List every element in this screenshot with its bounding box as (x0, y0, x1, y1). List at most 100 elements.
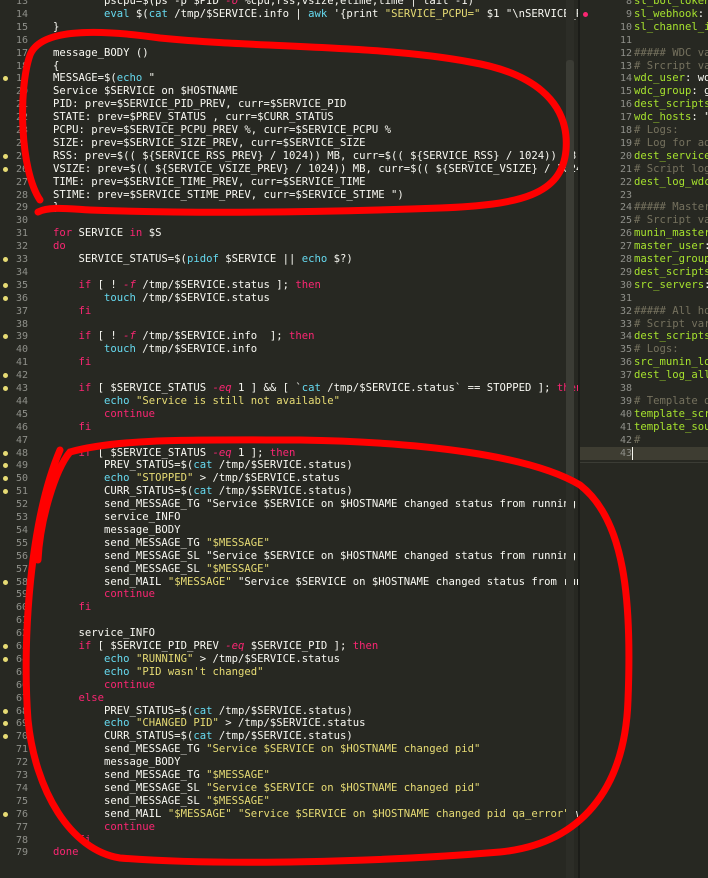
code-text[interactable]: PCPU: prev=$SERVICE_PCPU_PREV %, curr=$S… (53, 124, 391, 137)
line-gutter[interactable]: 29 (580, 266, 636, 279)
line-gutter[interactable]: 52 (0, 498, 32, 511)
left-editor-line[interactable]: 58 send_MAIL "$MESSAGE" "Service $SERVIC… (0, 576, 578, 589)
line-gutter[interactable]: 23 (580, 189, 636, 202)
line-gutter[interactable]: 69 (0, 717, 32, 730)
left-editor-line[interactable]: 27 TIME: prev=$SERVICE_TIME_PREV, curr=$S… (0, 176, 578, 189)
left-editor-line[interactable]: 25 RSS: prev=$(( ${SERVICE_RSS_PREV} / 10… (0, 150, 578, 163)
line-gutter[interactable]: 79 (0, 846, 32, 859)
left-editor-line[interactable]: 56 send_MESSAGE_SL "Service $SERVICE on … (0, 550, 578, 563)
left-editor-line[interactable]: 20 Service $SERVICE on $HOSTNAME (0, 85, 578, 98)
line-gutter[interactable]: 16 (0, 34, 32, 47)
line-gutter[interactable]: 22 (0, 111, 32, 124)
line-gutter[interactable]: 49 (0, 459, 32, 472)
line-gutter[interactable]: 25 (0, 150, 32, 163)
line-gutter[interactable]: 15 (0, 21, 32, 34)
code-text[interactable]: PREV_STATUS=$(cat /tmp/$SERVICE.status) (53, 459, 353, 472)
code-text[interactable]: if [ $SERVICE_PID_PREV -eq $SERVICE_PID … (53, 640, 379, 653)
left-editor-line[interactable]: 39 if [ ! -f /tmp/$SERVICE.info ]; then (0, 330, 578, 343)
right-editor-line[interactable]: 27master_user: (580, 240, 708, 253)
left-editor-line[interactable]: 66 continue (0, 679, 578, 692)
left-editor-line[interactable]: 17 message_BODY () (0, 47, 578, 60)
left-editor-line[interactable]: 42 (0, 369, 578, 382)
code-text[interactable]: master_group (634, 253, 708, 266)
line-gutter[interactable]: 62 (0, 627, 32, 640)
left-editor-line[interactable]: 36 touch /tmp/$SERVICE.status (0, 292, 578, 305)
left-editor-line[interactable]: 68 PREV_STATUS=$(cat /tmp/$SERVICE.statu… (0, 705, 578, 718)
left-editor-line[interactable]: 24 SIZE: prev=$SERVICE_SIZE_PREV, curr=$S… (0, 137, 578, 150)
code-text[interactable]: continue (53, 679, 155, 692)
code-text[interactable]: if [ $SERVICE_STATUS -eq 1 ]; then (53, 447, 296, 460)
line-gutter[interactable]: 13 (0, 0, 32, 8)
line-gutter[interactable]: 61 (0, 614, 32, 627)
line-gutter[interactable]: 42 (0, 369, 32, 382)
left-editor-line[interactable]: 49 PREV_STATUS=$(cat /tmp/$SERVICE.statu… (0, 459, 578, 472)
left-editor-line[interactable]: 52 send_MESSAGE_TG "Service $SERVICE on … (0, 498, 578, 511)
left-editor-line[interactable]: 47 (0, 434, 578, 447)
left-editor-line[interactable]: 79 done (0, 846, 578, 859)
right-editor-line[interactable]: 29 dest_scripts (580, 266, 708, 279)
left-editor-line[interactable]: 67 else (0, 692, 578, 705)
right-editor-line[interactable]: 23 (580, 189, 708, 202)
line-gutter[interactable]: 39 (0, 330, 32, 343)
code-text[interactable]: send_MAIL "$MESSAGE" "Service $SERVICE o… (53, 576, 578, 589)
line-gutter[interactable]: 34 (580, 330, 636, 343)
line-gutter[interactable]: 51 (0, 485, 32, 498)
code-text[interactable]: continue (53, 821, 155, 834)
line-gutter[interactable]: 54 (0, 524, 32, 537)
left-editor-line[interactable]: 78 fi (0, 834, 578, 847)
left-editor-line[interactable]: 57 send_MESSAGE_SL "$MESSAGE" (0, 563, 578, 576)
left-editor-line[interactable]: 14 eval $(cat /tmp/$SERVICE.info | awk '… (0, 8, 578, 21)
code-text[interactable]: # Script log (634, 163, 708, 176)
code-text[interactable]: continue (53, 588, 155, 601)
left-editor-line[interactable]: 74 send_MESSAGE_SL "Service $SERVICE on … (0, 782, 578, 795)
code-text[interactable]: dest_scripts (634, 330, 708, 343)
right-editor-line[interactable]: 33 # Script var (580, 318, 708, 331)
code-text[interactable]: { (53, 60, 59, 73)
left-editor-line[interactable]: 21 PID: prev=$SERVICE_PID_PREV, curr=$SER… (0, 98, 578, 111)
code-text[interactable]: echo "CHANGED PID" > /tmp/$SERVICE.statu… (53, 717, 366, 730)
right-editor-line[interactable]: 14 wdc_user: wd (580, 72, 708, 85)
right-editor-line[interactable]: 32 ##### All ho (580, 305, 708, 318)
left-editor-line[interactable]: 48 if [ $SERVICE_STATUS -eq 1 ]; then (0, 447, 578, 460)
right-editor-line[interactable]: 12##### WDC var (580, 47, 708, 60)
line-gutter[interactable]: 22 (580, 176, 636, 189)
code-text[interactable]: send_MESSAGE_TG "Service $SERVICE on $HO… (53, 743, 480, 756)
line-gutter[interactable]: 43 (0, 382, 32, 395)
code-text[interactable]: PREV_STATUS=$(cat /tmp/$SERVICE.status) (53, 705, 353, 718)
left-editor-line[interactable]: 62 service_INFO (0, 627, 578, 640)
code-text[interactable]: service_INFO (53, 511, 181, 524)
line-gutter[interactable]: 21 (0, 98, 32, 111)
code-text[interactable]: RSS: prev=$(( ${SERVICE_RSS_PREV} / 1024… (53, 150, 576, 163)
code-text[interactable]: send_MESSAGE_TG "$MESSAGE" (53, 769, 270, 782)
right-editor-line[interactable]: 21 # Script log (580, 163, 708, 176)
code-text[interactable]: ##### Master (634, 201, 708, 214)
code-text[interactable]: PID: prev=$SERVICE_PID_PREV, curr=$SERVI… (53, 98, 346, 111)
code-text[interactable]: send_MESSAGE_TG "Service $SERVICE on $HO… (53, 498, 578, 511)
code-text[interactable]: send_MESSAGE_SL "Service $SERVICE on $HO… (53, 550, 578, 563)
code-text[interactable]: master_user: (634, 240, 708, 253)
line-gutter[interactable]: 30 (0, 214, 32, 227)
code-text[interactable]: echo "STOPPED" > /tmp/$SERVICE.status (53, 472, 340, 485)
code-text[interactable]: dest_log_wdc (634, 176, 708, 189)
line-gutter[interactable]: 10 (580, 21, 636, 34)
code-text[interactable]: fi (53, 834, 92, 847)
left-editor-line[interactable]: 71 send_MESSAGE_TG "Service $SERVICE on … (0, 743, 578, 756)
right-editor-line[interactable]: 26 munin_master (580, 227, 708, 240)
left-editor-line[interactable]: 50 echo "STOPPED" > /tmp/$SERVICE.status (0, 472, 578, 485)
code-text[interactable]: echo "RUNNING" > /tmp/$SERVICE.status (53, 653, 340, 666)
code-text[interactable]: dest_service (634, 150, 708, 163)
left-editor-line[interactable]: 70 CURR_STATUS=$(cat /tmp/$SERVICE.statu… (0, 730, 578, 743)
code-text[interactable]: wdc_user: wd (634, 72, 708, 85)
code-text[interactable]: # Logs: (634, 124, 679, 137)
line-gutter[interactable]: 20 (580, 150, 636, 163)
code-text[interactable]: CURR_STATUS=$(cat /tmp/$SERVICE.status) (53, 485, 353, 498)
left-editor-line[interactable]: 33 SERVICE_STATUS=$(pidof $SERVICE || ec… (0, 253, 578, 266)
left-editor-line[interactable]: 76 send_MAIL "$MESSAGE" "Service $SERVIC… (0, 808, 578, 821)
left-editor-line[interactable]: 63 if [ $SERVICE_PID_PREV -eq $SERVICE_P… (0, 640, 578, 653)
code-text[interactable]: if [ ! -f /tmp/$SERVICE.status ]; then (53, 279, 321, 292)
left-editor-line[interactable]: 35 if [ ! -f /tmp/$SERVICE.status ]; the… (0, 279, 578, 292)
code-text[interactable]: send_MESSAGE_SL "$MESSAGE" (53, 795, 270, 808)
line-gutter[interactable]: 46 (0, 421, 32, 434)
right-editor-line[interactable]: 31 (580, 292, 708, 305)
left-editor-line[interactable]: 64 echo "RUNNING" > /tmp/$SERVICE.status (0, 653, 578, 666)
